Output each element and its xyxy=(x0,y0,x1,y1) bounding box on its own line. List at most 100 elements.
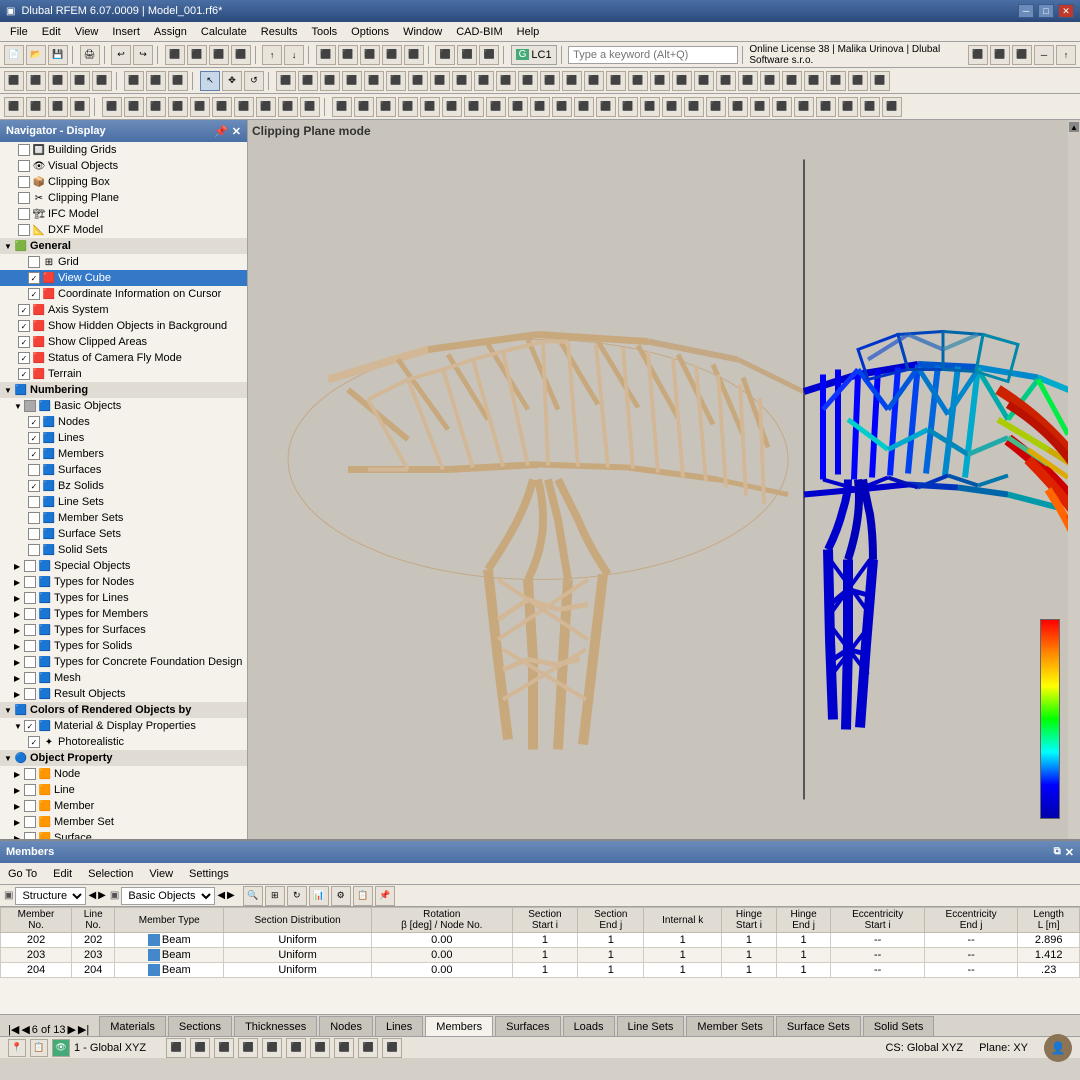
nav-colors-header[interactable]: ▼ 🟦 Colors of Rendered Objects by xyxy=(0,702,247,718)
tb1-btn11[interactable]: ⬛ xyxy=(360,45,380,65)
t2-btn4[interactable]: ⬛ xyxy=(70,71,90,91)
nav-surfaces-item[interactable]: 🟦 Surfaces xyxy=(0,462,247,478)
table-filter-btn[interactable]: ⊞ xyxy=(265,886,285,906)
st-btn3[interactable]: ⬛ xyxy=(214,1038,234,1058)
t2-btn9[interactable]: ⬛ xyxy=(276,71,296,91)
t3-btn21[interactable]: ⬛ xyxy=(464,97,484,117)
t2-btn21[interactable]: ⬛ xyxy=(540,71,560,91)
nav-member-set-prop-check[interactable] xyxy=(24,816,36,828)
t3-btn38[interactable]: ⬛ xyxy=(838,97,858,117)
nav-building-grids-check[interactable] xyxy=(18,144,30,156)
t2-btn8[interactable]: ⬛ xyxy=(168,71,188,91)
tab-member-sets[interactable]: Member Sets xyxy=(686,1016,773,1036)
nav-basic-check[interactable] xyxy=(24,400,36,412)
t3-btn39[interactable]: ⬛ xyxy=(860,97,880,117)
st-btn10[interactable]: ⬛ xyxy=(382,1038,402,1058)
t3-btn17[interactable]: ⬛ xyxy=(376,97,396,117)
st-btn7[interactable]: ⬛ xyxy=(310,1038,330,1058)
page-last-btn[interactable]: ▶| xyxy=(78,1023,89,1036)
t3-btn19[interactable]: ⬛ xyxy=(420,97,440,117)
nav-visual-objects[interactable]: 👁 Visual Objects xyxy=(0,158,247,174)
t2-rotate[interactable]: ↺ xyxy=(244,71,264,91)
tb1-btn12[interactable]: ⬛ xyxy=(382,45,402,65)
nav-types-lines[interactable]: ▶ 🟦 Types for Lines xyxy=(0,590,247,606)
nav-types-lines-check[interactable] xyxy=(24,592,36,604)
t2-btn24[interactable]: ⬛ xyxy=(606,71,626,91)
t2-select[interactable]: ↖ xyxy=(200,71,220,91)
st-btn5[interactable]: ⬛ xyxy=(262,1038,282,1058)
t2-btn22[interactable]: ⬛ xyxy=(562,71,582,91)
nav-dxf-model[interactable]: 📐 DXF Model xyxy=(0,222,247,238)
table-copy-btn[interactable]: 📋 xyxy=(353,886,373,906)
col-hinge-start[interactable]: HingeStart i xyxy=(722,908,777,933)
col-section-start[interactable]: SectionStart i xyxy=(512,908,578,933)
tb1-btn4[interactable]: ⬛ xyxy=(187,45,207,65)
nav-solid-sets-check[interactable] xyxy=(28,544,40,556)
nav-nodes-check[interactable] xyxy=(28,416,40,428)
nav-solid-sets[interactable]: 🟦 Solid Sets xyxy=(0,542,247,558)
t2-btn6[interactable]: ⬛ xyxy=(124,71,144,91)
t3-btn6[interactable]: ⬛ xyxy=(124,97,144,117)
nav-member-prop-check[interactable] xyxy=(24,800,36,812)
goto-menu[interactable]: Go To xyxy=(4,866,41,882)
nav-view-cube-check[interactable] xyxy=(28,272,40,284)
st-btn1[interactable]: ⬛ xyxy=(166,1038,186,1058)
nav-special-objects[interactable]: ▶ 🟦 Special Objects xyxy=(0,558,247,574)
nav-member-sets-check[interactable] xyxy=(28,512,40,524)
st-btn6[interactable]: ⬛ xyxy=(286,1038,306,1058)
redo-btn[interactable]: ↪ xyxy=(133,45,153,65)
status-snap-btn[interactable]: 📍 xyxy=(8,1039,26,1057)
t3-btn15[interactable]: ⬛ xyxy=(332,97,352,117)
tab-surfaces[interactable]: Surfaces xyxy=(495,1016,560,1036)
tab-solid-sets[interactable]: Solid Sets xyxy=(863,1016,935,1036)
menu-tools[interactable]: Tools xyxy=(305,25,343,39)
tab-line-sets[interactable]: Line Sets xyxy=(617,1016,685,1036)
t2-btn12[interactable]: ⬛ xyxy=(342,71,362,91)
t2-btn1[interactable]: ⬛ xyxy=(4,71,24,91)
tb1-btn16[interactable]: ⬛ xyxy=(479,45,499,65)
tb1-btn8[interactable]: ↓ xyxy=(284,45,304,65)
col-length[interactable]: LengthL [m] xyxy=(1018,908,1080,933)
print-btn[interactable]: 🖨 xyxy=(80,45,100,65)
status-layer-btn[interactable]: 📋 xyxy=(30,1039,48,1057)
t2-btn20[interactable]: ⬛ xyxy=(518,71,538,91)
nav-camera-fly[interactable]: 🟥 Status of Camera Fly Mode xyxy=(0,350,247,366)
nav-line-prop-check[interactable] xyxy=(24,784,36,796)
t2-btn11[interactable]: ⬛ xyxy=(320,71,340,91)
t3-btn22[interactable]: ⬛ xyxy=(486,97,506,117)
nav-clipping-plane-check[interactable] xyxy=(18,192,30,204)
window-controls[interactable]: ─ □ ✕ xyxy=(1018,4,1074,18)
nav-surfaces-check[interactable] xyxy=(28,464,40,476)
t2-btn10[interactable]: ⬛ xyxy=(298,71,318,91)
nav-surface-prop[interactable]: ▶ 🟧 Surface xyxy=(0,830,247,839)
table-export-btn[interactable]: 📊 xyxy=(309,886,329,906)
nav-coord-check[interactable] xyxy=(28,288,40,300)
menu-results[interactable]: Results xyxy=(255,25,304,39)
t3-btn5[interactable]: ⬛ xyxy=(102,97,122,117)
filter-objects-select[interactable]: Basic Objects xyxy=(121,887,215,905)
t3-btn37[interactable]: ⬛ xyxy=(816,97,836,117)
menu-view[interactable]: View xyxy=(69,25,105,39)
menu-help[interactable]: Help xyxy=(511,25,546,39)
tb1-btn3[interactable]: ⬛ xyxy=(165,45,185,65)
nav-surface-prop-check[interactable] xyxy=(24,832,36,839)
nav-axis-system[interactable]: 🟥 Axis System xyxy=(0,302,247,318)
tb1-btn7[interactable]: ↑ xyxy=(262,45,282,65)
nav-line-prop[interactable]: ▶ 🟧 Line xyxy=(0,782,247,798)
members-close-btn[interactable]: ✕ xyxy=(1065,846,1074,859)
t3-btn14[interactable]: ⬛ xyxy=(300,97,320,117)
members-header-controls[interactable]: ⧉ ✕ xyxy=(1054,846,1074,859)
nav-basic-objects[interactable]: ▼ 🟦 Basic Objects xyxy=(0,398,247,414)
close-button[interactable]: ✕ xyxy=(1058,4,1074,18)
col-hinge-end[interactable]: HingeEnd j xyxy=(776,908,831,933)
nav-dxf-check[interactable] xyxy=(18,224,30,236)
nav-header-controls[interactable]: 📌 ✕ xyxy=(214,125,241,138)
t3-btn2[interactable]: ⬛ xyxy=(26,97,46,117)
nav-types-nodes-check[interactable] xyxy=(24,576,36,588)
menu-window[interactable]: Window xyxy=(397,25,448,39)
tb1-btn14[interactable]: ⬛ xyxy=(435,45,455,65)
t3-btn24[interactable]: ⬛ xyxy=(530,97,550,117)
t3-btn7[interactable]: ⬛ xyxy=(146,97,166,117)
nav-building-grids[interactable]: 🔲 Building Grids xyxy=(0,142,247,158)
nav-types-concrete-check[interactable] xyxy=(24,656,36,668)
